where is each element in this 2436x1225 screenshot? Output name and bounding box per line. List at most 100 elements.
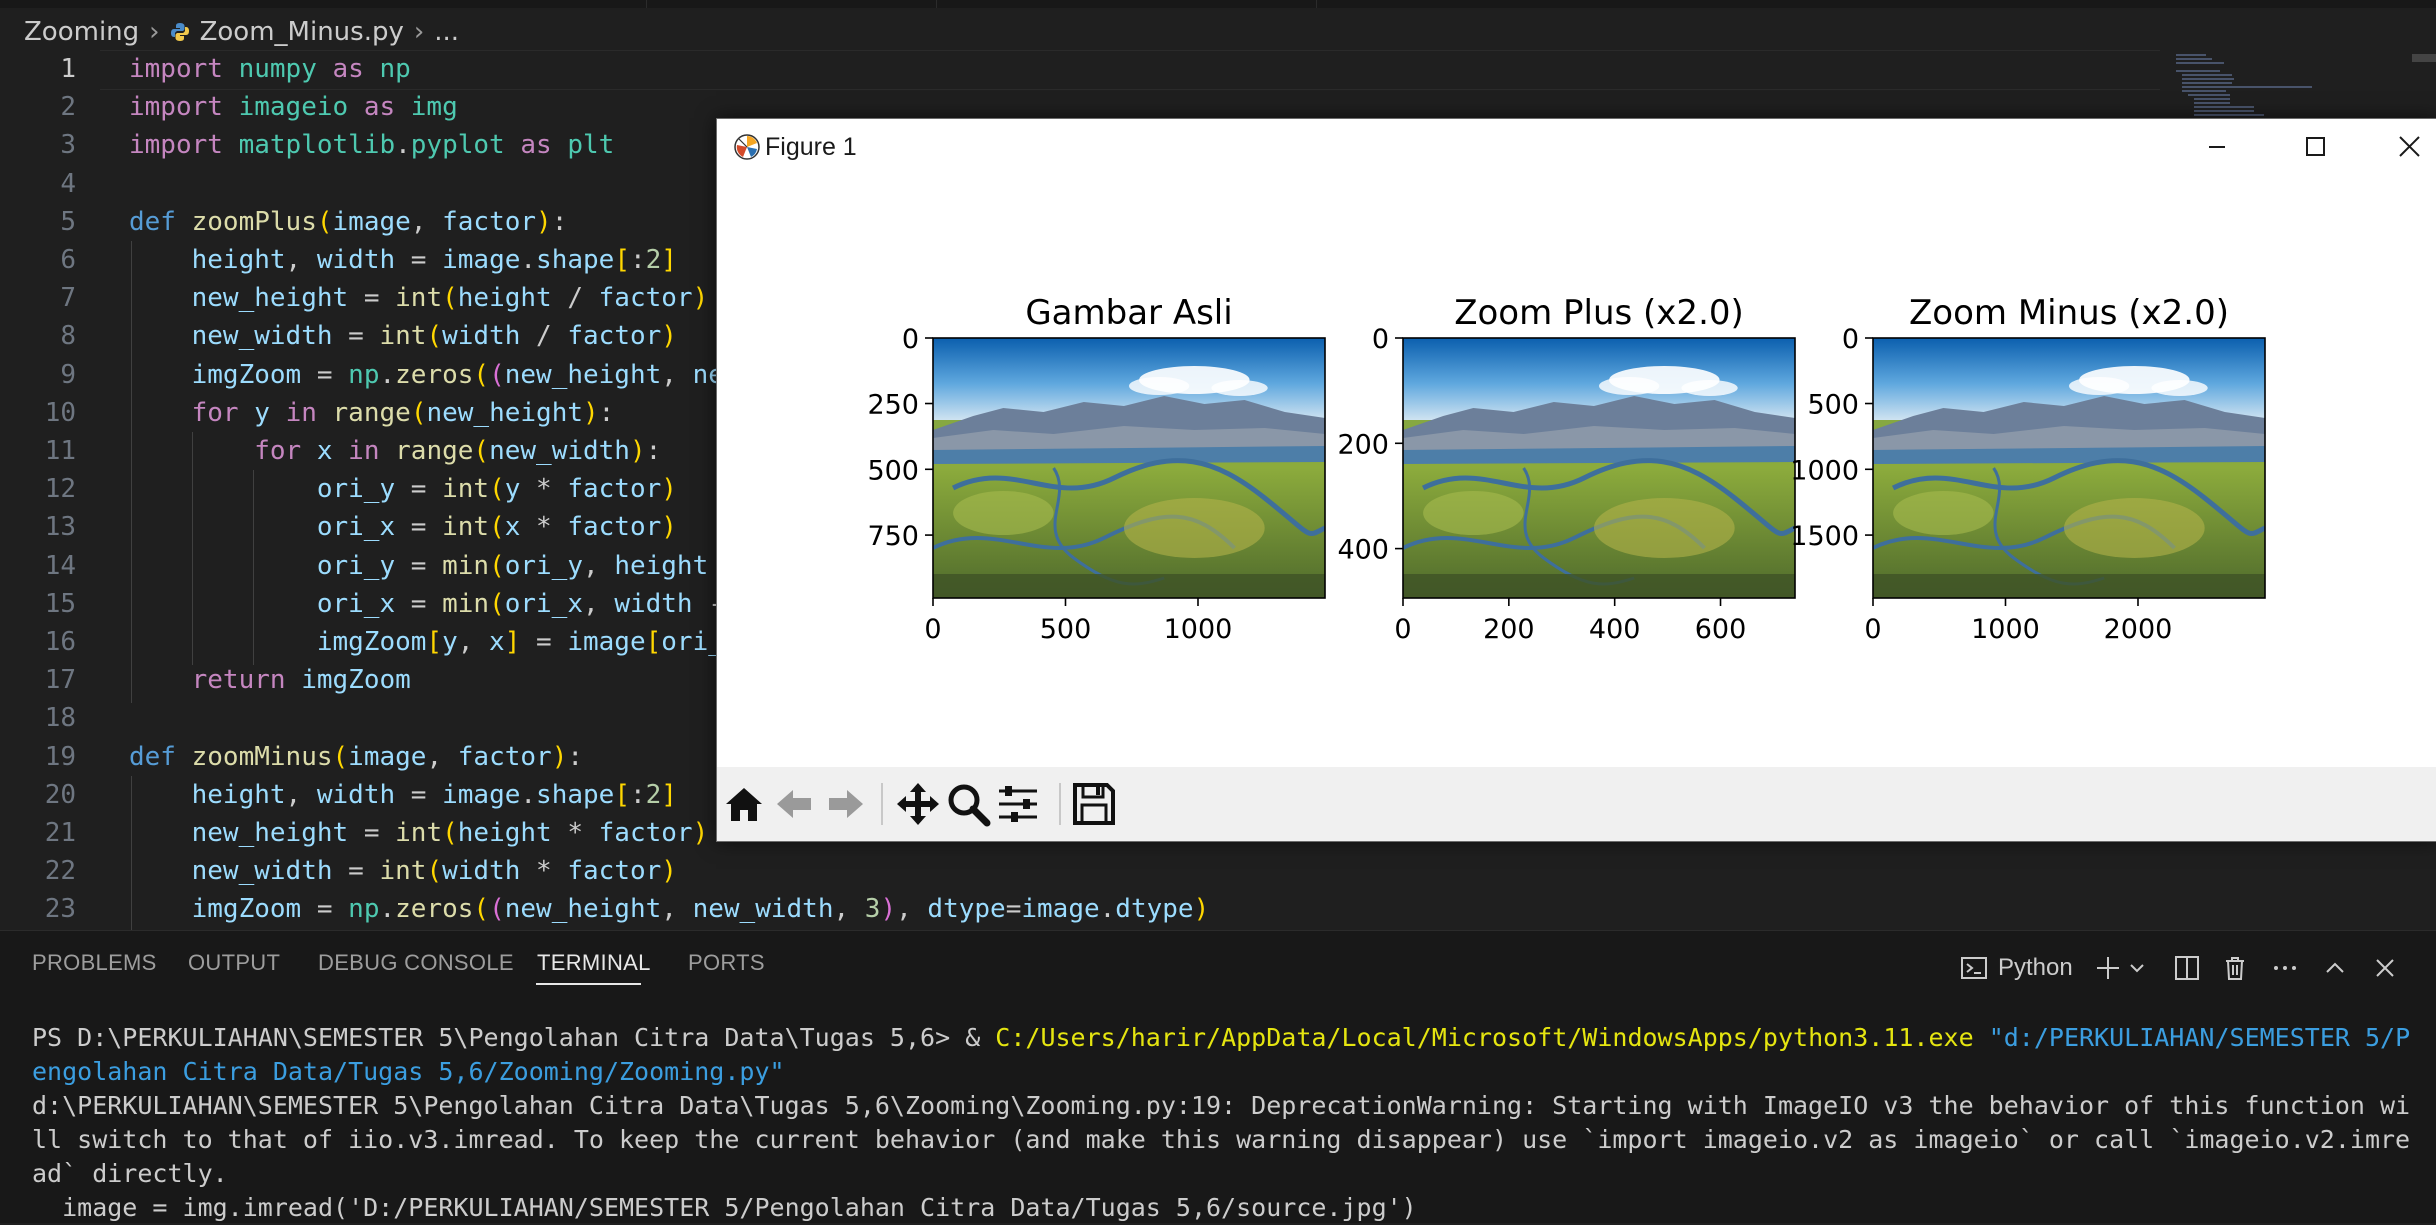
line-number: 7 [60,283,76,314]
code-text: imgZoom[y, x] = image[ori_ [316,627,724,657]
code-text: ori_y = min(ori_y, height [316,550,709,581]
code-text: new_width = int(width / factor) [191,321,677,352]
code-line[interactable]: 23 imgZoom = np.zeros((new_height, new_w… [0,890,2436,928]
code-text: import imageio as img [129,92,458,123]
figure-subplots: Gambar Asli02505007500 500 1000Zoom Plus (… [867,293,2266,645]
line-number: 14 [44,550,76,581]
line-number: 22 [44,856,76,887]
tab-debug-console[interactable]: DEBUG CONSOLE [318,950,514,976]
code-line[interactable]: 1 import numpy as np [0,50,2436,88]
code-text: height, width = image.shape[:2] [191,779,677,810]
toolbar-separator [1059,783,1061,825]
figure-title: Figure 1 [765,133,857,161]
y-tick-label: 250 [867,390,919,421]
split-terminal-icon[interactable] [2173,954,2201,982]
line-number: 6 [60,245,76,275]
x-tick-label: 0 [1864,614,1881,645]
matplotlib-toolbar [717,767,2436,841]
code-text: for y in range(new_height): [191,397,615,428]
matplotlib-logo-icon [734,134,760,160]
forward-arrow-icon[interactable] [823,781,869,827]
code-line[interactable]: 22 new_width = int(width * factor) [0,852,2436,890]
terminal-profile-label[interactable]: Python [1998,954,2073,982]
pan-icon[interactable] [895,781,941,827]
subplot-title: Zoom Plus (x2.0) [1454,293,1744,333]
more-actions-icon[interactable] [2271,954,2299,982]
line-number: 21 [44,818,76,848]
terminal-line-1[interactable]: PS D:\PERKULIAHAN\SEMESTER 5\Pengolahan … [32,1021,2410,1055]
code-text: new_width = int(width * factor) [191,856,677,887]
line-number: 1 [60,54,76,84]
breadcrumb: Zooming › Zoom_Minus.py › ... [24,10,459,54]
breadcrumb-more[interactable]: ... [434,17,459,47]
configure-subplots-icon[interactable] [995,781,1041,827]
maximize-panel-icon[interactable] [2321,954,2349,982]
terminal-line-4[interactable]: ll switch to that of iio.v3.imread. To k… [32,1123,2410,1157]
python-file-icon [170,23,189,41]
code-text: for x in range(new_width): [254,436,662,466]
terminal-line-3[interactable]: d:\PERKULIAHAN\SEMESTER 5\Pengolahan Cit… [32,1089,2410,1123]
code-text: ori_y = int(y * factor) [316,474,677,505]
terminal-icon [1961,957,1987,979]
line-number: 16 [44,627,76,657]
x-tick-label: 500 [1040,614,1092,645]
breadcrumb-folder[interactable]: Zooming [24,17,139,47]
tab-output[interactable]: OUTPUT [188,950,280,976]
chevron-right-icon: › [149,17,160,47]
subplot-3: Zoom Minus (x2.0) 0 500 1000 1500 0 1000 2000 [1790,293,2266,645]
panel-actions: Python [1960,948,2399,988]
line-number: 4 [60,168,76,199]
code-text: import numpy as np [129,54,411,84]
tab-problems[interactable]: PROBLEMS [32,950,157,976]
close-panel-icon[interactable] [2371,954,2399,982]
close-icon[interactable] [2389,129,2429,165]
line-number: 9 [60,359,76,390]
x-tick-label: 0 [1394,614,1411,645]
indent-guide [253,470,254,666]
terminal-line-2[interactable]: engolahan Citra Data/Tugas 5,6/Zooming/Z… [32,1055,785,1089]
zoom-icon[interactable] [945,781,991,827]
minimize-icon[interactable] [2197,129,2237,165]
x-tick-label: 600 [1695,614,1747,645]
code-text: ori_x = min(ori_x, width - [316,588,724,619]
tab-ports[interactable]: PORTS [688,950,765,976]
terminal-prompt: PS D:\PERKULIAHAN\SEMESTER 5\Pengolahan … [32,1023,966,1052]
x-tick-label: 400 [1589,614,1641,645]
tab-terminal[interactable]: TERMINAL [537,950,651,976]
line-number: 3 [60,130,76,161]
subplot-1: Gambar Asli 0 250 500 750 0 500 1000 [867,293,1326,645]
y-tick-label: 0 [902,324,919,355]
trash-icon[interactable] [2221,954,2249,982]
code-text: height, width = image.shape[:2] [191,245,677,275]
figure-canvas[interactable]: Gambar Asli 0 250 500 750 0 500 1000 Zoom Plus (… [717,175,2436,767]
add-terminal-icon[interactable] [2093,953,2123,983]
maximize-icon[interactable] [2295,129,2335,165]
active-tab-indicator [536,983,641,985]
indent-guide [131,241,132,704]
line-number: 11 [44,436,76,466]
breadcrumb-file[interactable]: Zoom_Minus.py [200,17,404,47]
back-arrow-icon[interactable] [771,781,817,827]
y-tick-label: 500 [867,455,919,486]
y-tick-label: 500 [1807,390,1859,421]
chevron-down-icon[interactable] [2127,958,2147,978]
code-text: def zoomMinus(image, factor): [129,741,583,772]
terminal-line-6[interactable]: image = img.imread('D:/PERKULIAHAN/SEMES… [32,1191,1417,1225]
terminal-command: C:/Users/harir/AppData/Local/Microsoft/W… [995,1023,1974,1052]
indent-guide [131,775,132,933]
y-tick-label: 0 [1372,324,1389,355]
line-number: 19 [44,741,76,772]
minimap[interactable] [2176,54,2336,124]
save-icon[interactable] [1071,781,1117,827]
y-tick-label: 750 [867,521,919,552]
x-tick-label: 1000 [1971,614,2040,645]
landscape-image [933,338,1325,598]
terminal-line-5[interactable]: ad` directly. [32,1157,228,1191]
line-number: 23 [44,894,76,925]
code-text: def zoomPlus(image, factor): [129,206,568,237]
matplotlib-figure-window[interactable]: Figure 1 Gambar Asli 0 250 500 750 0 500… [716,118,2436,842]
vertical-scrollbar[interactable] [2412,54,2436,62]
code-text: new_height = int(height * factor) [191,818,709,848]
home-icon[interactable] [721,781,767,827]
code-text: import matplotlib.pyplot as plt [129,130,615,161]
